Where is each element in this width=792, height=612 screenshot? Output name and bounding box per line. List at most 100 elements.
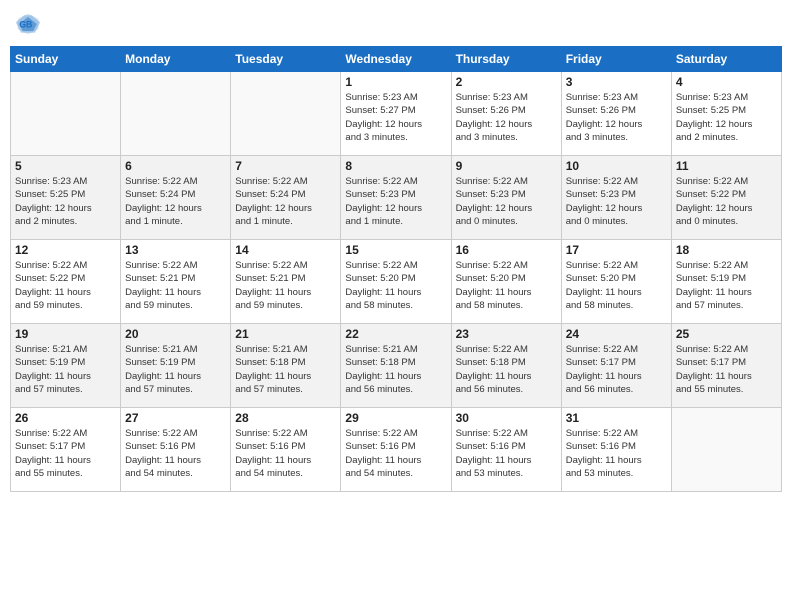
calendar-cell: 2 Sunrise: 5:23 AM Sunset: 5:26 PM Daylig… <box>451 72 561 156</box>
day-number: 26 <box>15 411 116 425</box>
day-info: Sunrise: 5:22 AM Sunset: 5:23 PM Dayligh… <box>345 175 446 228</box>
day-info: Sunrise: 5:22 AM Sunset: 5:19 PM Dayligh… <box>676 259 777 312</box>
calendar-cell: 25 Sunrise: 5:22 AM Sunset: 5:17 PM Dayli… <box>671 324 781 408</box>
day-number: 1 <box>345 75 446 89</box>
calendar-cell: 5 Sunrise: 5:23 AM Sunset: 5:25 PM Daylig… <box>11 156 121 240</box>
day-number: 5 <box>15 159 116 173</box>
day-number: 25 <box>676 327 777 341</box>
day-info: Sunrise: 5:22 AM Sunset: 5:16 PM Dayligh… <box>235 427 336 480</box>
calendar-header-row: SundayMondayTuesdayWednesdayThursdayFrid… <box>11 47 782 72</box>
calendar-cell: 22 Sunrise: 5:21 AM Sunset: 5:18 PM Dayli… <box>341 324 451 408</box>
day-info: Sunrise: 5:22 AM Sunset: 5:16 PM Dayligh… <box>456 427 557 480</box>
calendar-cell: 1 Sunrise: 5:23 AM Sunset: 5:27 PM Daylig… <box>341 72 451 156</box>
day-number: 20 <box>125 327 226 341</box>
week-row-1: 1 Sunrise: 5:23 AM Sunset: 5:27 PM Daylig… <box>11 72 782 156</box>
calendar-cell: 17 Sunrise: 5:22 AM Sunset: 5:20 PM Dayli… <box>561 240 671 324</box>
calendar-table: SundayMondayTuesdayWednesdayThursdayFrid… <box>10 46 782 492</box>
day-number: 22 <box>345 327 446 341</box>
col-header-friday: Friday <box>561 47 671 72</box>
calendar-cell: 30 Sunrise: 5:22 AM Sunset: 5:16 PM Dayli… <box>451 408 561 492</box>
day-number: 10 <box>566 159 667 173</box>
day-number: 12 <box>15 243 116 257</box>
day-info: Sunrise: 5:21 AM Sunset: 5:19 PM Dayligh… <box>15 343 116 396</box>
day-number: 29 <box>345 411 446 425</box>
day-info: Sunrise: 5:22 AM Sunset: 5:21 PM Dayligh… <box>235 259 336 312</box>
day-info: Sunrise: 5:23 AM Sunset: 5:26 PM Dayligh… <box>456 91 557 144</box>
calendar-cell: 28 Sunrise: 5:22 AM Sunset: 5:16 PM Dayli… <box>231 408 341 492</box>
calendar-cell <box>231 72 341 156</box>
day-info: Sunrise: 5:22 AM Sunset: 5:23 PM Dayligh… <box>566 175 667 228</box>
day-info: Sunrise: 5:21 AM Sunset: 5:19 PM Dayligh… <box>125 343 226 396</box>
logo: GB <box>14 10 46 38</box>
day-info: Sunrise: 5:22 AM Sunset: 5:22 PM Dayligh… <box>676 175 777 228</box>
day-info: Sunrise: 5:23 AM Sunset: 5:26 PM Dayligh… <box>566 91 667 144</box>
day-number: 14 <box>235 243 336 257</box>
calendar-cell: 9 Sunrise: 5:22 AM Sunset: 5:23 PM Daylig… <box>451 156 561 240</box>
day-number: 7 <box>235 159 336 173</box>
day-info: Sunrise: 5:22 AM Sunset: 5:17 PM Dayligh… <box>566 343 667 396</box>
day-number: 16 <box>456 243 557 257</box>
day-info: Sunrise: 5:22 AM Sunset: 5:22 PM Dayligh… <box>15 259 116 312</box>
week-row-4: 19 Sunrise: 5:21 AM Sunset: 5:19 PM Dayli… <box>11 324 782 408</box>
day-info: Sunrise: 5:22 AM Sunset: 5:20 PM Dayligh… <box>345 259 446 312</box>
calendar-cell: 7 Sunrise: 5:22 AM Sunset: 5:24 PM Daylig… <box>231 156 341 240</box>
day-number: 30 <box>456 411 557 425</box>
week-row-5: 26 Sunrise: 5:22 AM Sunset: 5:17 PM Dayli… <box>11 408 782 492</box>
calendar-cell: 13Sunrise: 5:22 AM Sunset: 5:21 PM Dayli… <box>121 240 231 324</box>
day-number: 18 <box>676 243 777 257</box>
calendar-cell: 27Sunrise: 5:22 AM Sunset: 5:16 PM Dayli… <box>121 408 231 492</box>
day-info: Sunrise: 5:22 AM Sunset: 5:20 PM Dayligh… <box>456 259 557 312</box>
calendar-cell: 19 Sunrise: 5:21 AM Sunset: 5:19 PM Dayli… <box>11 324 121 408</box>
day-info: Sunrise: 5:22 AM Sunset: 5:17 PM Dayligh… <box>15 427 116 480</box>
day-number: 2 <box>456 75 557 89</box>
day-number: 19 <box>15 327 116 341</box>
day-number: 31 <box>566 411 667 425</box>
day-info: Sunrise: 5:23 AM Sunset: 5:25 PM Dayligh… <box>15 175 116 228</box>
calendar-cell: 8 Sunrise: 5:22 AM Sunset: 5:23 PM Daylig… <box>341 156 451 240</box>
calendar-cell: 16 Sunrise: 5:22 AM Sunset: 5:20 PM Dayli… <box>451 240 561 324</box>
calendar-cell: 26 Sunrise: 5:22 AM Sunset: 5:17 PM Dayli… <box>11 408 121 492</box>
day-number: 6 <box>125 159 226 173</box>
calendar-cell <box>671 408 781 492</box>
calendar-cell: 23Sunrise: 5:22 AM Sunset: 5:18 PM Dayli… <box>451 324 561 408</box>
page-header: GB <box>10 10 782 38</box>
calendar-cell: 4 Sunrise: 5:23 AM Sunset: 5:25 PM Daylig… <box>671 72 781 156</box>
calendar-cell: 12 Sunrise: 5:22 AM Sunset: 5:22 PM Dayli… <box>11 240 121 324</box>
day-info: Sunrise: 5:21 AM Sunset: 5:18 PM Dayligh… <box>235 343 336 396</box>
day-number: 17 <box>566 243 667 257</box>
day-number: 4 <box>676 75 777 89</box>
day-info: Sunrise: 5:22 AM Sunset: 5:24 PM Dayligh… <box>235 175 336 228</box>
day-number: 9 <box>456 159 557 173</box>
week-row-2: 5 Sunrise: 5:23 AM Sunset: 5:25 PM Daylig… <box>11 156 782 240</box>
day-info: Sunrise: 5:22 AM Sunset: 5:16 PM Dayligh… <box>566 427 667 480</box>
calendar-cell: 3Sunrise: 5:23 AM Sunset: 5:26 PM Daylig… <box>561 72 671 156</box>
day-number: 11 <box>676 159 777 173</box>
week-row-3: 12 Sunrise: 5:22 AM Sunset: 5:22 PM Dayli… <box>11 240 782 324</box>
col-header-thursday: Thursday <box>451 47 561 72</box>
calendar-cell: 31 Sunrise: 5:22 AM Sunset: 5:16 PM Dayli… <box>561 408 671 492</box>
day-info: Sunrise: 5:21 AM Sunset: 5:18 PM Dayligh… <box>345 343 446 396</box>
calendar-cell: 18 Sunrise: 5:22 AM Sunset: 5:19 PM Dayli… <box>671 240 781 324</box>
day-info: Sunrise: 5:22 AM Sunset: 5:23 PM Dayligh… <box>456 175 557 228</box>
col-header-wednesday: Wednesday <box>341 47 451 72</box>
day-info: Sunrise: 5:22 AM Sunset: 5:16 PM Dayligh… <box>345 427 446 480</box>
day-number: 27 <box>125 411 226 425</box>
calendar-cell: 10 Sunrise: 5:22 AM Sunset: 5:23 PM Dayli… <box>561 156 671 240</box>
day-number: 24 <box>566 327 667 341</box>
calendar-cell: 15 Sunrise: 5:22 AM Sunset: 5:20 PM Dayli… <box>341 240 451 324</box>
day-number: 13 <box>125 243 226 257</box>
calendar-cell: 6 Sunrise: 5:22 AM Sunset: 5:24 PM Daylig… <box>121 156 231 240</box>
day-info: Sunrise: 5:23 AM Sunset: 5:27 PM Dayligh… <box>345 91 446 144</box>
day-info: Sunrise: 5:23 AM Sunset: 5:25 PM Dayligh… <box>676 91 777 144</box>
day-number: 15 <box>345 243 446 257</box>
day-number: 28 <box>235 411 336 425</box>
calendar-cell: 24 Sunrise: 5:22 AM Sunset: 5:17 PM Dayli… <box>561 324 671 408</box>
day-info: Sunrise: 5:22 AM Sunset: 5:17 PM Dayligh… <box>676 343 777 396</box>
col-header-monday: Monday <box>121 47 231 72</box>
day-number: 23 <box>456 327 557 341</box>
calendar-cell: 29 Sunrise: 5:22 AM Sunset: 5:16 PM Dayli… <box>341 408 451 492</box>
calendar-cell <box>121 72 231 156</box>
day-info: Sunrise: 5:22 AM Sunset: 5:20 PM Dayligh… <box>566 259 667 312</box>
day-info: Sunrise: 5:22 AM Sunset: 5:24 PM Dayligh… <box>125 175 226 228</box>
day-number: 8 <box>345 159 446 173</box>
